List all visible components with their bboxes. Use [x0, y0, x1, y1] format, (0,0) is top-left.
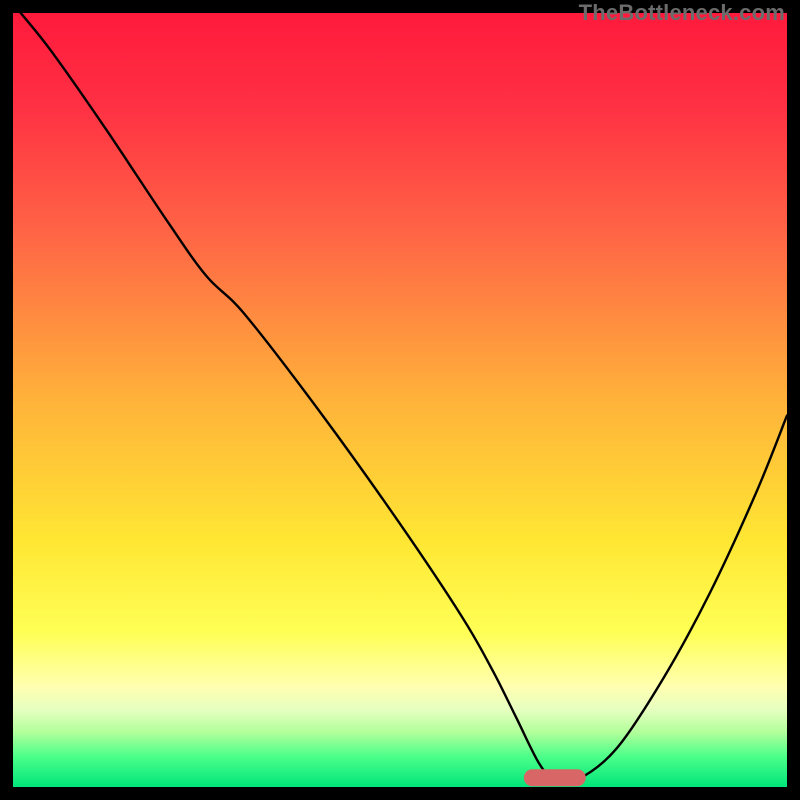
bottleneck-chart [13, 13, 787, 787]
chart-frame: TheBottleneck.com [0, 0, 800, 800]
watermark-text: TheBottleneck.com [579, 0, 785, 26]
gradient-background [13, 13, 787, 787]
optimal-marker [524, 769, 586, 786]
